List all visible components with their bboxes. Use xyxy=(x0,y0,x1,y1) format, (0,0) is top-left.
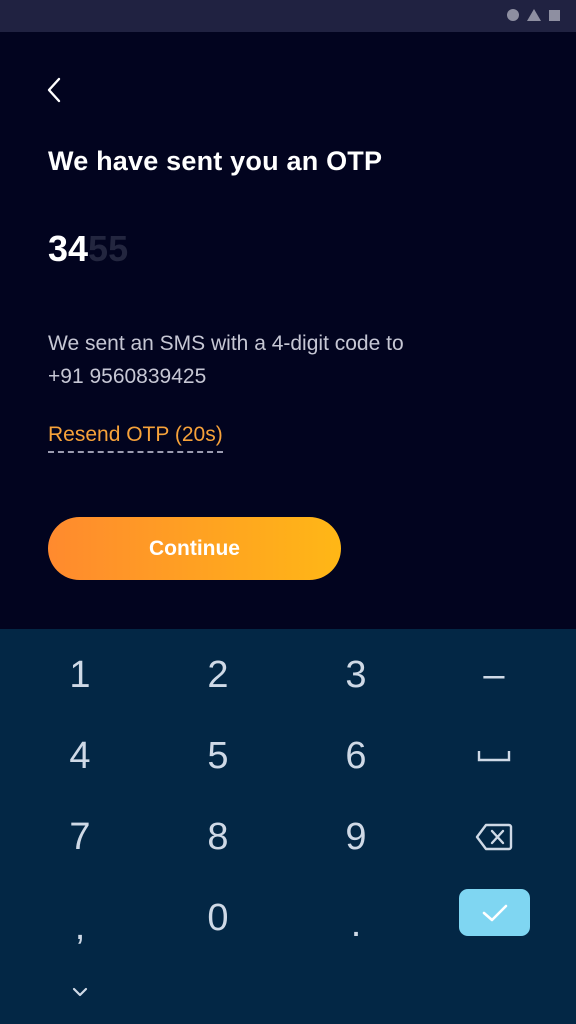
key-1[interactable]: 1 xyxy=(10,637,150,713)
otp-entered-digits: 34 xyxy=(48,228,89,269)
sms-info-text: We sent an SMS with a 4-digit code to +9… xyxy=(48,327,528,393)
numeric-keypad: 1 2 3 – 4 5 6 7 8 9 , 0 . xyxy=(0,629,576,1024)
continue-button[interactable]: Continue xyxy=(48,517,341,580)
done-key[interactable] xyxy=(459,889,530,936)
otp-placeholder-digits: 55 xyxy=(88,228,129,269)
key-9[interactable]: 9 xyxy=(286,799,426,875)
key-backspace[interactable] xyxy=(424,799,564,875)
collapse-keyboard-button[interactable] xyxy=(60,977,100,1007)
phone-number: +91 9560839425 xyxy=(48,365,207,388)
otp-screen: We have sent you an OTP 34 55 We sent an… xyxy=(0,0,576,1024)
resend-otp-link[interactable]: Resend OTP (20s) xyxy=(48,423,223,453)
status-icons xyxy=(507,9,560,21)
key-3[interactable]: 3 xyxy=(286,637,426,713)
back-button[interactable] xyxy=(40,74,68,106)
status-bar xyxy=(0,0,576,32)
square-icon xyxy=(549,9,560,21)
chevron-down-icon xyxy=(72,987,88,997)
circle-icon xyxy=(507,9,519,21)
otp-input[interactable]: 34 55 xyxy=(48,228,128,272)
key-7[interactable]: 7 xyxy=(10,799,150,875)
key-5[interactable]: 5 xyxy=(148,718,288,794)
triangle-icon xyxy=(527,9,541,21)
key-space[interactable] xyxy=(424,718,564,794)
key-2[interactable]: 2 xyxy=(148,637,288,713)
key-4[interactable]: 4 xyxy=(10,718,150,794)
key-minus[interactable]: – xyxy=(424,637,564,713)
chevron-left-icon xyxy=(47,77,61,103)
key-8[interactable]: 8 xyxy=(148,799,288,875)
checkmark-icon xyxy=(482,904,507,921)
key-comma[interactable]: , xyxy=(10,880,150,956)
space-bar-icon xyxy=(477,751,511,762)
sms-info-line: We sent an SMS with a 4-digit code to xyxy=(48,332,404,355)
backspace-icon xyxy=(475,823,513,851)
key-6[interactable]: 6 xyxy=(286,718,426,794)
key-0[interactable]: 0 xyxy=(148,880,288,956)
key-dot[interactable]: . xyxy=(286,880,426,956)
page-title: We have sent you an OTP xyxy=(48,146,383,176)
